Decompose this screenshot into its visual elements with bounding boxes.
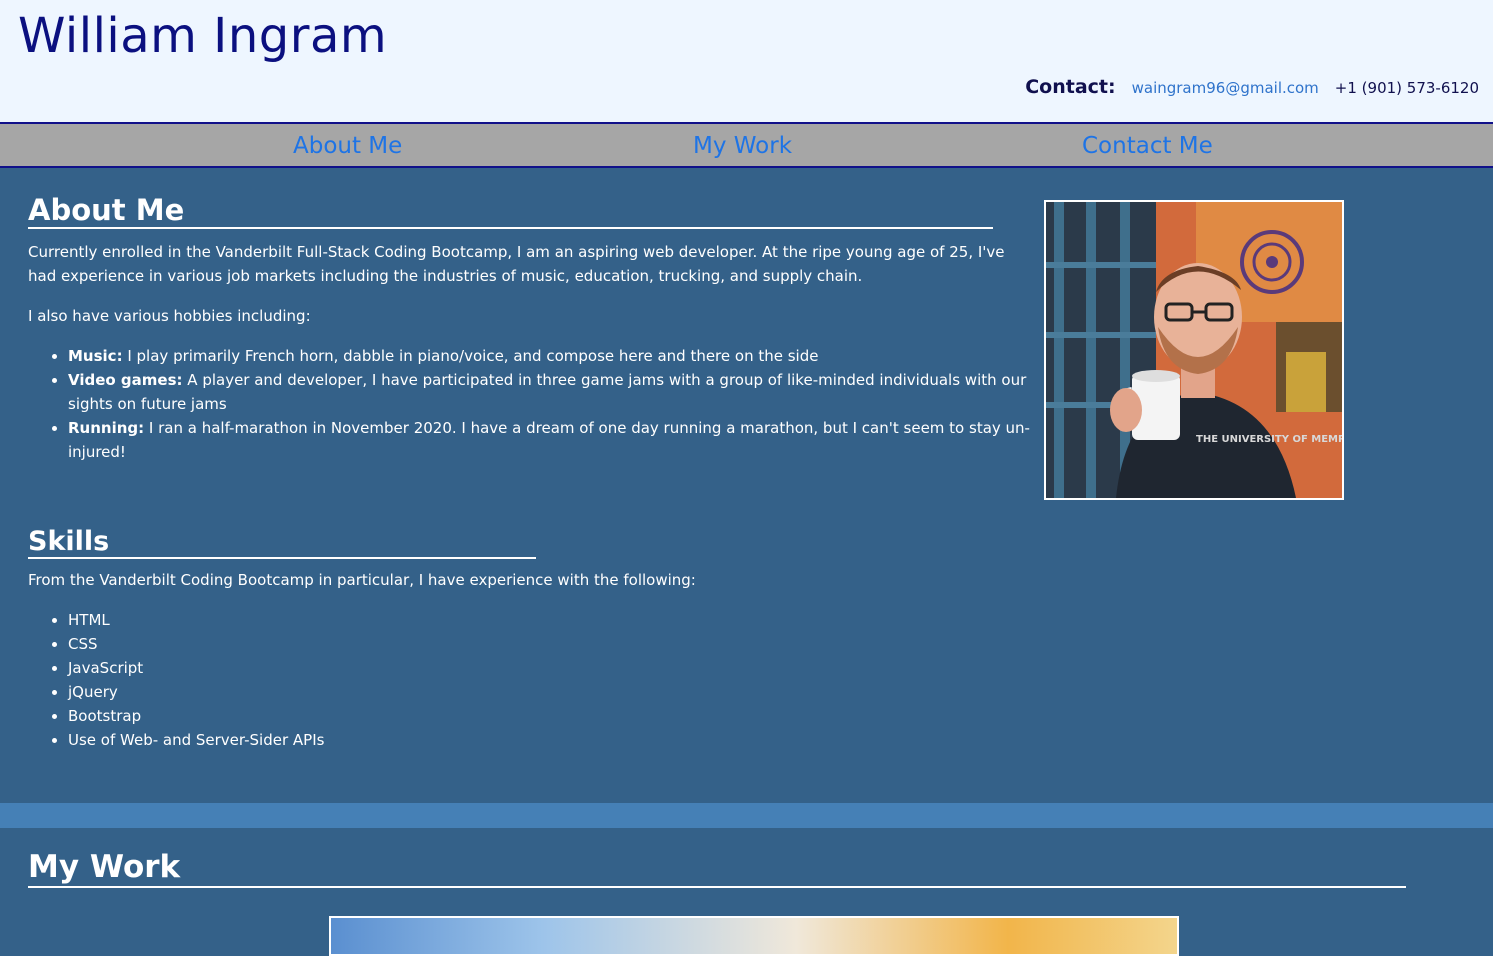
hobby-text: I ran a half-marathon in November 2020. …	[68, 419, 1030, 461]
hobbies-intro: I also have various hobbies including:	[28, 307, 311, 325]
list-item: JavaScript	[68, 656, 668, 680]
nav-contact-me[interactable]: Contact Me	[1082, 133, 1213, 159]
nav-about-me[interactable]: About Me	[293, 133, 402, 159]
profile-photo: THE UNIVERSITY OF MEMPHIS	[1044, 200, 1344, 500]
hobby-text: A player and developer, I have participa…	[68, 371, 1027, 413]
list-item: Video games: A player and developer, I h…	[68, 368, 1068, 416]
section-divider	[0, 803, 1493, 828]
about-title: About Me	[28, 193, 993, 230]
hobby-text: I play primarily French horn, dabble in …	[122, 347, 819, 365]
hobbies-list: Music: I play primarily French horn, dab…	[28, 344, 1068, 464]
list-item: Music: I play primarily French horn, dab…	[68, 344, 1068, 368]
list-item: Use of Web- and Server-Sider APIs	[68, 728, 668, 752]
email-link[interactable]: waingram96@gmail.com	[1132, 79, 1319, 97]
site-header: William Ingram Contact: waingram96@gmail…	[0, 0, 1493, 122]
contact-label: Contact:	[1025, 76, 1116, 98]
hobby-label: Video games:	[68, 371, 183, 389]
site-title: William Ingram	[18, 8, 388, 64]
list-item: Bootstrap	[68, 704, 668, 728]
shirt-text: THE UNIVERSITY OF MEMPHIS	[1196, 434, 1342, 445]
phone-number: +1 (901) 573-6120	[1334, 79, 1479, 97]
skills-intro: From the Vanderbilt Coding Bootcamp in p…	[28, 571, 696, 589]
list-item: Running: I ran a half-marathon in Novemb…	[68, 416, 1068, 464]
hobby-label: Music:	[68, 347, 123, 365]
work-project-image[interactable]	[329, 916, 1179, 956]
header-contact: Contact: waingram96@gmail.com +1 (901) 5…	[1025, 76, 1479, 98]
list-item: jQuery	[68, 680, 668, 704]
hobby-label: Running:	[68, 419, 145, 437]
list-item: CSS	[68, 632, 668, 656]
skills-list: HTML CSS JavaScript jQuery Bootstrap Use…	[28, 608, 668, 752]
my-work-title: My Work	[28, 849, 1406, 888]
main-nav: About Me My Work Contact Me	[0, 122, 1493, 168]
skills-title: Skills	[28, 526, 536, 560]
about-intro: Currently enrolled in the Vanderbilt Ful…	[28, 243, 1005, 285]
list-item: HTML	[68, 608, 668, 632]
nav-my-work[interactable]: My Work	[693, 133, 792, 159]
profile-photo-illustration: THE UNIVERSITY OF MEMPHIS	[1046, 202, 1342, 498]
